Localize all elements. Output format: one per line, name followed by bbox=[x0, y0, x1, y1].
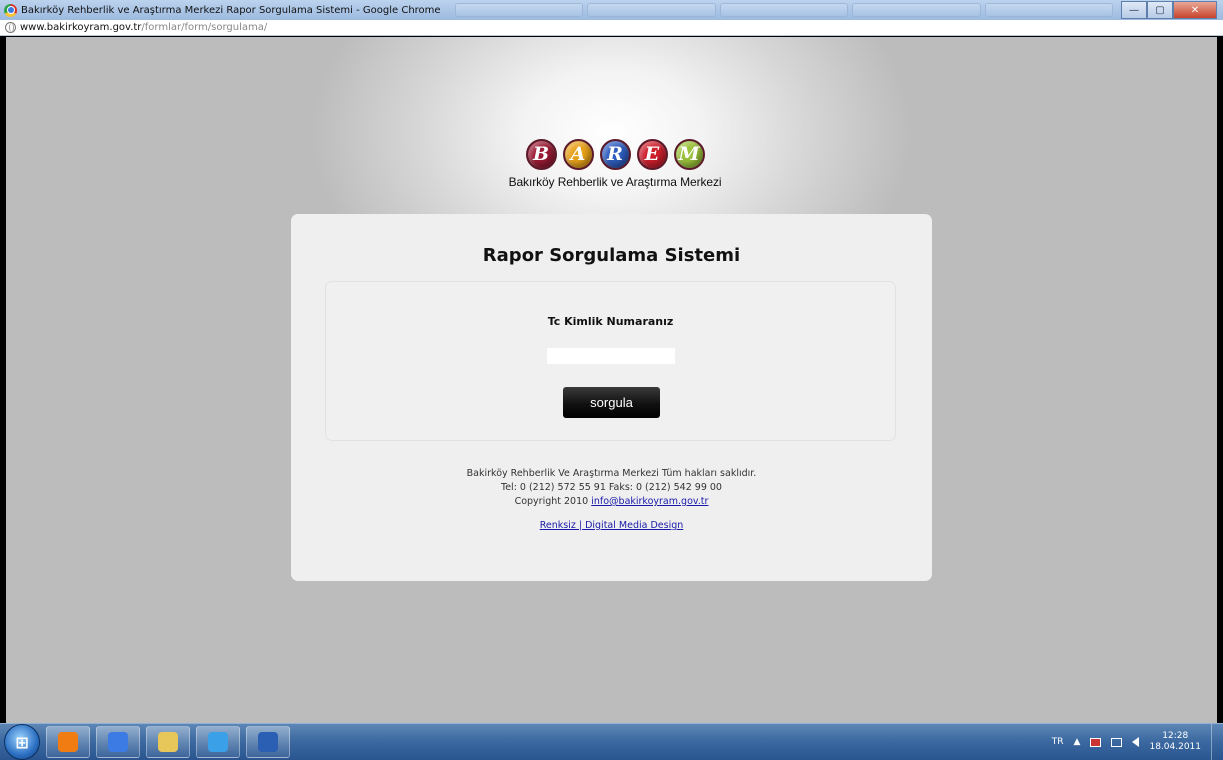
site-logo[interactable]: BAREM Bakırköy Rehberlik ve Araştırma Me… bbox=[500, 137, 730, 189]
taskbar-apps bbox=[40, 726, 290, 758]
sorgula-button[interactable]: sorgula bbox=[563, 387, 660, 418]
footer-rights: Bakirköy Rehberlik Ve Araştırma Merkezi … bbox=[466, 468, 757, 479]
footer-phone: Tel: 0 (212) 572 55 91 Faks: 0 (212) 542… bbox=[501, 482, 722, 493]
window-title: Bakırköy Rehberlik ve Araştırma Merkezi … bbox=[21, 4, 441, 16]
background-tab[interactable] bbox=[852, 3, 981, 17]
credit-link[interactable]: Renksiz | Digital Media Design bbox=[540, 519, 684, 533]
background-tab[interactable] bbox=[587, 3, 716, 17]
volume-icon[interactable] bbox=[1132, 737, 1140, 747]
minimize-button[interactable]: — bbox=[1121, 1, 1147, 19]
action-center-flag-icon[interactable] bbox=[1090, 737, 1102, 747]
media-player-icon-glyph bbox=[58, 732, 78, 752]
language-indicator[interactable]: TR bbox=[1052, 737, 1064, 747]
background-tab[interactable] bbox=[719, 3, 849, 17]
footer-copyright: Copyright 2010 info@bakirkoyram.gov.tr bbox=[291, 495, 932, 509]
background-tab[interactable] bbox=[454, 3, 584, 17]
file-explorer-icon-glyph bbox=[158, 732, 178, 752]
email-link[interactable]: info@bakirkoyram.gov.tr bbox=[591, 496, 708, 507]
clock[interactable]: 12:28 18.04.2011 bbox=[1149, 731, 1201, 753]
globe-icon bbox=[5, 22, 16, 33]
window-controls: — ▢ ✕ bbox=[1121, 1, 1217, 19]
address-bar[interactable]: www.bakirkoyram.gov.tr /formlar/form/sor… bbox=[0, 20, 1223, 36]
system-tray: TR ▲ 12:28 18.04.2011 bbox=[1052, 723, 1215, 760]
chrome-icon-glyph bbox=[108, 732, 128, 752]
taskbar: ⊞ TR ▲ 12:28 18.04.2011 bbox=[0, 723, 1223, 760]
footer: Bakirköy Rehberlik Ve Araştırma Merkezi … bbox=[291, 467, 932, 533]
word-icon[interactable] bbox=[246, 726, 290, 758]
logo-letter-a: A bbox=[562, 138, 594, 170]
url-path[interactable]: /formlar/form/sorgulama/ bbox=[141, 22, 267, 33]
background-tabs bbox=[454, 3, 1113, 17]
clock-time: 12:28 bbox=[1162, 731, 1189, 741]
logo-subtitle: Bakırköy Rehberlik ve Araştırma Merkezi bbox=[508, 175, 722, 189]
internet-explorer-icon[interactable] bbox=[196, 726, 240, 758]
chrome-logo-icon bbox=[4, 3, 17, 17]
page-viewport: BAREM Bakırköy Rehberlik ve Araştırma Me… bbox=[6, 37, 1217, 723]
network-icon[interactable] bbox=[1111, 737, 1123, 747]
query-form: Tc Kimlik Numaranız sorgula bbox=[325, 281, 896, 441]
close-button[interactable]: ✕ bbox=[1173, 1, 1217, 19]
logo-letters: BAREM bbox=[525, 137, 705, 171]
url-host[interactable]: www.bakirkoyram.gov.tr bbox=[20, 22, 141, 33]
chrome-icon[interactable] bbox=[96, 726, 140, 758]
logo-letter-e: E bbox=[636, 138, 668, 170]
background-tab[interactable] bbox=[984, 3, 1113, 17]
logo-letter-b: B bbox=[525, 138, 557, 170]
maximize-button[interactable]: ▢ bbox=[1147, 1, 1173, 19]
tc-label: Tc Kimlik Numaranız bbox=[547, 315, 674, 328]
media-player-icon[interactable] bbox=[46, 726, 90, 758]
tray-expand-icon[interactable]: ▲ bbox=[1074, 737, 1081, 747]
logo-letter-r: R bbox=[599, 138, 631, 170]
start-button[interactable]: ⊞ bbox=[4, 724, 40, 760]
internet-explorer-icon-glyph bbox=[208, 732, 228, 752]
word-icon-glyph bbox=[258, 732, 278, 752]
file-explorer-icon[interactable] bbox=[146, 726, 190, 758]
page-title: Rapor Sorgulama Sistemi bbox=[482, 245, 741, 266]
query-panel: Rapor Sorgulama Sistemi Tc Kimlik Numara… bbox=[291, 214, 932, 581]
window-title-bar: Bakırköy Rehberlik ve Araştırma Merkezi … bbox=[0, 0, 1223, 20]
show-desktop-button[interactable] bbox=[1211, 723, 1223, 760]
copyright-text: Copyright 2010 bbox=[514, 496, 592, 507]
clock-date: 18.04.2011 bbox=[1149, 742, 1201, 752]
logo-letter-m: M bbox=[673, 138, 705, 170]
tc-input[interactable] bbox=[547, 348, 675, 364]
